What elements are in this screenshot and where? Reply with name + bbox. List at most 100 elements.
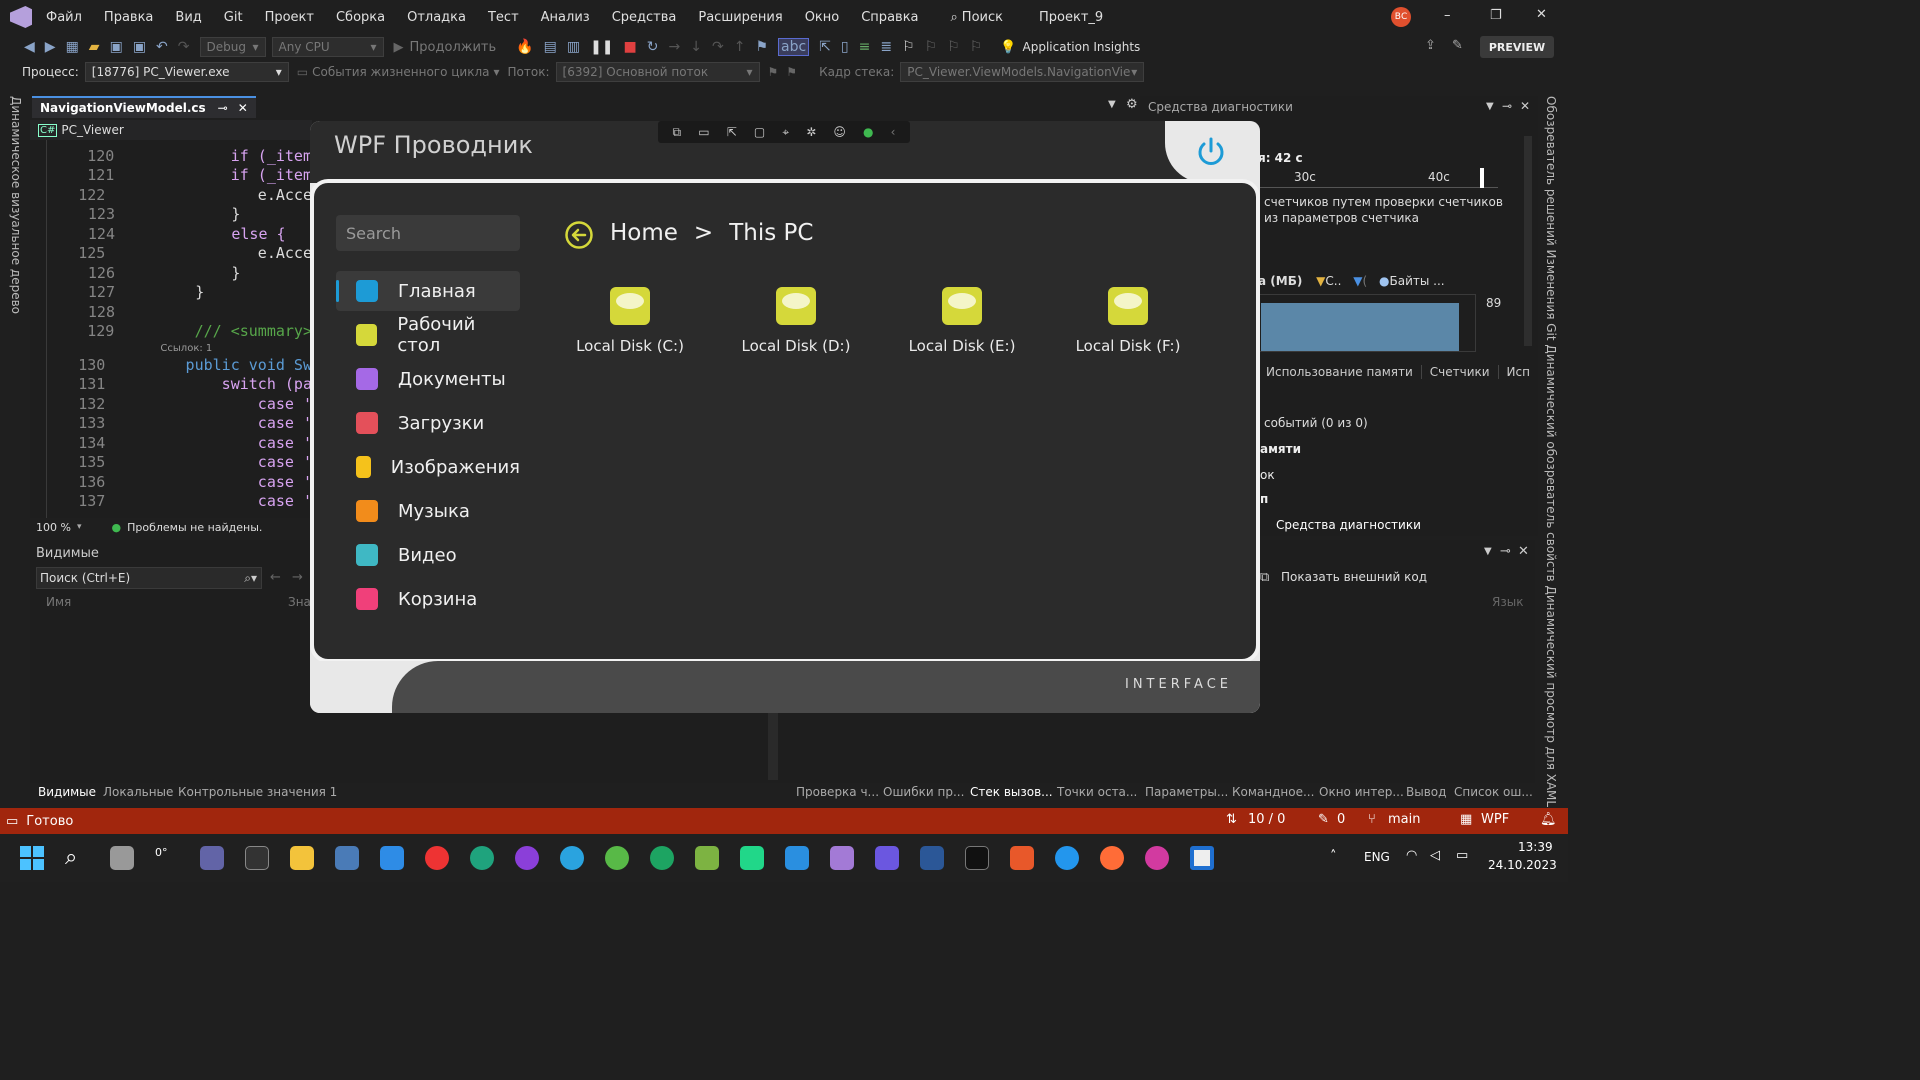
pause-icon[interactable]: ❚❚ <box>590 39 613 55</box>
bookmark-next-icon[interactable]: ⚐ <box>947 39 960 55</box>
select-element-icon[interactable]: ⇱ <box>819 39 831 55</box>
code-text[interactable]: case ' <box>113 395 312 413</box>
column-language[interactable]: Язык <box>1492 595 1523 609</box>
menu-build[interactable]: Сборка <box>336 10 385 25</box>
powershell-icon[interactable] <box>920 846 944 870</box>
code-line[interactable]: 120 if (_item <box>30 146 312 166</box>
stop-icon[interactable]: ■ <box>624 39 637 55</box>
code-line[interactable]: 123 } <box>30 205 312 225</box>
code-text[interactable]: case ' <box>113 434 312 452</box>
process-select[interactable]: [18776] PC_Viewer.exe ▾ <box>84 62 289 82</box>
podcast-icon[interactable] <box>515 846 539 870</box>
threads-icon[interactable]: ⚑ <box>786 65 797 79</box>
code-line[interactable]: 126 } <box>30 263 312 283</box>
code-text[interactable]: } <box>123 283 204 301</box>
search-icon[interactable]: ⌕ <box>65 846 89 870</box>
code-line[interactable]: 136 case ' <box>30 472 312 492</box>
nav-item[interactable]: Загрузки <box>336 403 520 443</box>
disk-item[interactable]: Local Disk (C:) <box>570 287 690 355</box>
edit-icon[interactable]: ✎ <box>1318 812 1329 827</box>
tab-call-stack[interactable]: Стек вызов... <box>970 785 1053 799</box>
layout-icon[interactable]: ▥ <box>567 39 580 55</box>
thread-select[interactable]: [6392] Основной поток ▾ <box>555 62 760 82</box>
column-name[interactable]: Имя <box>46 595 71 609</box>
close-icon[interactable]: ✕ <box>1536 7 1547 22</box>
nav-item[interactable]: Рабочий стол <box>336 314 520 356</box>
stack-frame-select[interactable]: PC_Viewer.ViewModels.NavigationViewMo▾ <box>900 62 1145 82</box>
nav-item[interactable]: Видео <box>336 535 520 575</box>
pin-icon[interactable]: ⊸ <box>1502 99 1512 113</box>
tab-watch[interactable]: Контрольные значения 1 <box>178 785 337 799</box>
weather-icon[interactable]: 0° <box>155 846 179 870</box>
open-icon[interactable]: ▰ <box>89 39 100 55</box>
code-text[interactable]: if (_item <box>122 166 312 184</box>
code-line[interactable]: 137 case ' <box>30 492 312 512</box>
edge-icon[interactable] <box>470 846 494 870</box>
minimize-icon[interactable]: – <box>1444 8 1451 23</box>
power-icon[interactable] <box>1194 135 1228 169</box>
wpf-app-icon[interactable] <box>1190 846 1214 870</box>
nav-item[interactable]: Музыка <box>336 491 520 531</box>
issues-status[interactable]: Проблемы не найдены. <box>127 521 262 534</box>
forward-icon[interactable]: ▶ <box>45 39 56 55</box>
repo-icon[interactable]: ▦ <box>1460 812 1472 827</box>
code-text[interactable]: case ' <box>113 473 312 491</box>
language-indicator[interactable]: ENG <box>1364 850 1390 864</box>
nav-item[interactable]: Главная <box>336 271 520 311</box>
tray-chevron-icon[interactable]: ˄ <box>1330 849 1337 864</box>
save-icon[interactable]: ▣ <box>110 39 123 55</box>
step-into-icon[interactable]: ↓ <box>690 39 702 55</box>
tab-breakpoints[interactable]: Точки оста... <box>1057 785 1137 799</box>
menu-analyze[interactable]: Анализ <box>541 10 590 25</box>
pending-edits[interactable]: 0 <box>1337 812 1345 827</box>
platform-select[interactable]: Any CPU ▾ <box>271 37 384 57</box>
code-line[interactable]: 134 case ' <box>30 433 312 453</box>
nav-item[interactable]: Корзина <box>336 579 520 619</box>
menu-debug[interactable]: Отладка <box>407 10 466 25</box>
tab-counters[interactable]: Счетчики <box>1430 365 1499 379</box>
code-text[interactable]: e.Acce <box>113 244 312 262</box>
code-line[interactable]: 128 <box>30 302 312 322</box>
pycharm-icon[interactable] <box>740 846 764 870</box>
watch-search[interactable]: Поиск (Ctrl+E) ⌕▾ <box>36 567 262 589</box>
code-text[interactable]: public void Sw <box>113 356 312 374</box>
wifi-icon[interactable]: ◠ <box>1406 848 1417 863</box>
track-focus-icon[interactable]: ⌖ <box>782 125 789 140</box>
spellcheck-icon[interactable]: abc <box>778 38 810 56</box>
code-line[interactable]: 132 case ' <box>30 394 312 414</box>
tab-diagnostic-tools[interactable]: Средства диагностики <box>1276 518 1421 532</box>
utorrent-icon[interactable] <box>605 846 629 870</box>
project-selector[interactable]: PC_Viewer <box>61 123 123 137</box>
visual-studio-icon[interactable] <box>830 846 854 870</box>
start-icon[interactable] <box>20 846 44 870</box>
menu-tools[interactable]: Средства <box>612 10 677 25</box>
new-project-icon[interactable]: ▦ <box>66 39 79 55</box>
timeline-ruler[interactable]: 30с 40с <box>1258 168 1498 188</box>
notion-icon[interactable] <box>245 846 269 870</box>
zoom-select[interactable]: 100 % <box>36 521 71 534</box>
code-text[interactable]: case ' <box>113 492 312 510</box>
repo-name[interactable]: WPF <box>1481 812 1509 827</box>
indent-icon[interactable]: ≡ <box>859 39 871 55</box>
nav-item[interactable]: Документы <box>336 359 520 399</box>
ok-item[interactable]: ок <box>1260 468 1275 482</box>
code-text[interactable]: switch (pa <box>113 375 312 393</box>
code-line[interactable]: 124 else { <box>30 224 312 244</box>
tab-task-list[interactable]: Список ош... <box>1454 785 1533 799</box>
clock-time[interactable]: 13:39 <box>1518 840 1553 854</box>
continue-button[interactable]: Продолжить <box>410 40 497 55</box>
code-line[interactable]: 130 public void Sw <box>30 355 312 375</box>
code-editor[interactable]: C# PC_Viewer 120 if (_item 121 if (_item 1… <box>30 120 312 518</box>
close-icon[interactable]: ✕ <box>1518 544 1529 559</box>
code-text[interactable]: /// <summary> <box>122 322 312 340</box>
redo-icon[interactable]: ↷ <box>178 39 190 55</box>
menu-file[interactable]: Файл <box>46 10 82 25</box>
bookmark-prev-icon[interactable]: ⚐ <box>925 39 938 55</box>
vscode-icon[interactable] <box>785 846 809 870</box>
terminal-icon[interactable] <box>965 846 989 870</box>
bookmark-clear-icon[interactable]: ⚐ <box>970 39 983 55</box>
nav-back-icon[interactable]: ← <box>270 570 281 585</box>
menu-project[interactable]: Проект <box>265 10 314 25</box>
live-tree-icon[interactable]: ⚑ <box>755 39 768 55</box>
clock-date[interactable]: 24.10.2023 <box>1488 858 1557 872</box>
